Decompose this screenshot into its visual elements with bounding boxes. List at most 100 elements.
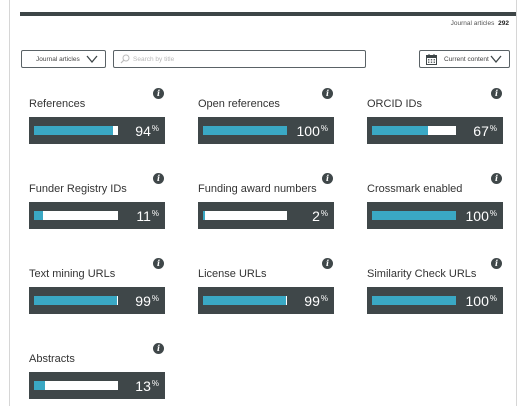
calendar-icon	[426, 54, 437, 65]
percent-sign: %	[151, 209, 159, 218]
metric-value: 13%	[135, 378, 159, 394]
percent-sign: %	[151, 379, 159, 388]
progress-fill	[372, 211, 456, 220]
percent-sign: %	[489, 209, 497, 218]
progress-fill	[203, 126, 287, 135]
metric-card-funding-award-numbers: Funding award numbers i 2%	[198, 173, 334, 233]
progress-bar	[203, 126, 287, 135]
page-border-left	[9, 0, 10, 406]
chevron-down-icon	[86, 55, 98, 64]
progress-fill	[372, 296, 456, 305]
metric-panel: 99%	[198, 287, 334, 314]
percent-sign: %	[320, 209, 328, 218]
progress-fill	[34, 126, 113, 135]
metric-card-license-urls: License URLs i 99%	[198, 258, 334, 318]
metric-panel: 2%	[198, 202, 334, 229]
info-icon[interactable]: i	[491, 173, 502, 184]
metric-panel: 13%	[29, 372, 165, 399]
metric-value: 2%	[312, 208, 328, 224]
content-period-select[interactable]: Current content	[419, 50, 510, 68]
content-period-value: Current content	[444, 55, 489, 63]
count-value: 292	[498, 20, 509, 27]
metric-value: 11%	[136, 208, 159, 224]
metric-panel: 94%	[29, 117, 165, 144]
progress-bar	[372, 211, 456, 220]
percent-sign: %	[489, 124, 497, 133]
progress-fill	[34, 381, 45, 390]
progress-fill	[203, 211, 205, 220]
info-icon[interactable]: i	[322, 173, 333, 184]
metric-value: 99%	[304, 293, 328, 309]
metric-label: Text mining URLs	[29, 268, 116, 280]
metric-label: Abstracts	[29, 353, 75, 365]
metric-label: Funder Registry IDs	[29, 183, 127, 195]
metric-card-references: References i 94%	[29, 88, 165, 148]
metric-card-funder-registry-ids: Funder Registry IDs i 11%	[29, 173, 165, 233]
info-icon[interactable]: i	[153, 258, 164, 269]
progress-bar	[34, 211, 118, 220]
metric-label: License URLs	[198, 268, 267, 280]
metric-percent: 100	[465, 293, 489, 309]
metric-label: References	[29, 98, 86, 110]
info-icon[interactable]: i	[153, 88, 164, 99]
metric-label: Similarity Check URLs	[367, 268, 477, 280]
chevron-down-icon	[490, 55, 502, 64]
metric-card-similarity-check-urls: Similarity Check URLs i 100%	[367, 258, 503, 318]
percent-sign: %	[320, 294, 328, 303]
metric-percent: 11	[136, 208, 151, 224]
metric-card-open-references: Open references i 100%	[198, 88, 334, 148]
metric-percent: 99	[304, 293, 320, 309]
info-icon[interactable]: i	[322, 88, 333, 99]
count-label: Journal articles	[450, 20, 495, 27]
info-icon[interactable]: i	[153, 343, 164, 354]
metric-panel: 100%	[198, 117, 334, 144]
metric-value: 67%	[473, 123, 497, 139]
metric-panel: 11%	[29, 202, 165, 229]
metric-card-text-mining-urls: Text mining URLs i 99%	[29, 258, 165, 318]
percent-sign: %	[151, 124, 159, 133]
metric-value: 100%	[297, 123, 328, 139]
progress-bar	[372, 296, 456, 305]
metric-value: 94%	[135, 123, 159, 139]
metric-percent: 100	[296, 123, 320, 139]
metric-card-orcid-ids: ORCID IDs i 67%	[367, 88, 503, 148]
metric-card-crossmark-enabled: Crossmark enabled i 100%	[367, 173, 503, 233]
metric-percent: 67	[473, 123, 489, 139]
progress-bar	[34, 381, 118, 390]
metric-label: Funding award numbers	[198, 183, 317, 195]
percent-sign: %	[489, 294, 497, 303]
search-icon	[120, 54, 130, 64]
metric-percent: 100	[465, 208, 489, 224]
metric-label: Open references	[198, 98, 280, 110]
info-icon[interactable]: i	[491, 258, 502, 269]
progress-bar	[34, 296, 118, 305]
progress-bar	[34, 126, 118, 135]
progress-fill	[34, 296, 118, 305]
info-icon[interactable]: i	[153, 173, 164, 184]
progress-fill	[203, 296, 287, 305]
metric-panel: 99%	[29, 287, 165, 314]
metric-label: ORCID IDs	[367, 98, 422, 110]
progress-bar	[203, 211, 287, 220]
metric-panel: 100%	[367, 202, 503, 229]
progress-bar	[372, 126, 456, 135]
metric-percent: 13	[135, 378, 151, 394]
info-icon[interactable]: i	[322, 258, 333, 269]
metric-percent: 99	[135, 293, 151, 309]
percent-sign: %	[320, 124, 328, 133]
metric-panel: 100%	[367, 287, 503, 314]
metric-percent: 94	[135, 123, 151, 139]
metric-percent: 2	[312, 208, 320, 224]
progress-fill	[372, 126, 429, 135]
search-box[interactable]	[113, 50, 366, 68]
metric-value: 99%	[135, 293, 159, 309]
content-type-select[interactable]: Journal articles	[21, 50, 106, 68]
search-input[interactable]	[133, 53, 353, 65]
progress-bar	[203, 296, 287, 305]
info-icon[interactable]: i	[491, 88, 502, 99]
top-bar	[20, 12, 516, 16]
journal-articles-count: Journal articles 292	[451, 20, 509, 27]
metric-card-abstracts: Abstracts i 13%	[29, 343, 165, 403]
metric-value: 100%	[466, 208, 497, 224]
metric-label: Crossmark enabled	[367, 183, 463, 195]
